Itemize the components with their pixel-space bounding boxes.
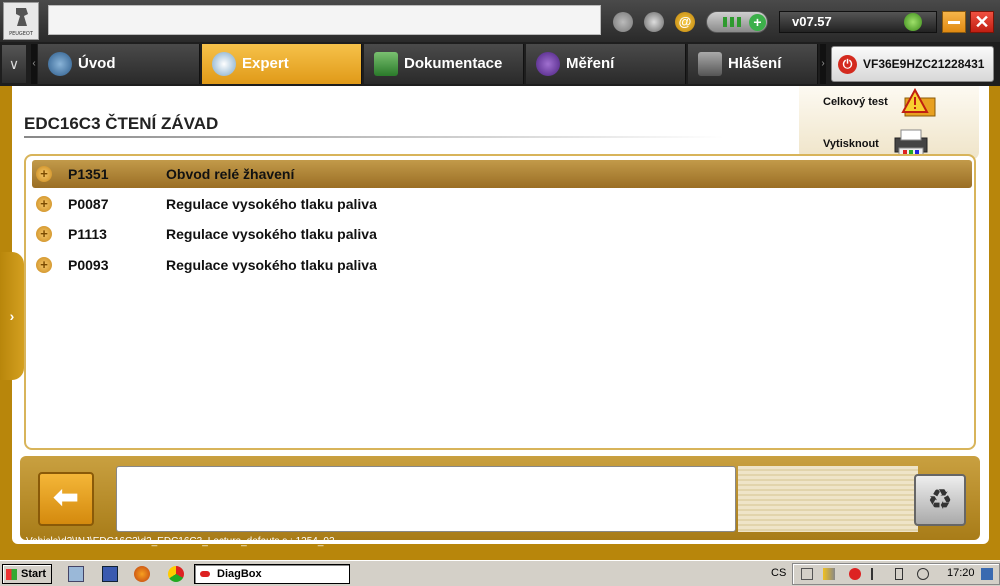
document-icon[interactable] [68, 566, 84, 582]
recycle-bin-icon[interactable]: ♻ [914, 474, 966, 526]
minimize-button[interactable] [942, 11, 966, 33]
expand-icon[interactable]: + [36, 196, 52, 212]
tab-label: Dokumentace [404, 55, 503, 72]
expand-icon[interactable]: + [36, 166, 52, 182]
title-underline [24, 136, 724, 138]
taskbar-item-diagbox[interactable]: DiagBox [194, 564, 350, 584]
top-bar: PEUGEOT @ + v07.57 ✕ [0, 0, 1000, 42]
fault-row[interactable]: + P0087 Regulace vysokého tlaku paliva [32, 190, 972, 218]
book-icon [374, 52, 398, 76]
fault-description: Regulace vysokého tlaku paliva [166, 257, 377, 273]
chevron-down-icon[interactable]: ∨ [2, 45, 26, 83]
fault-description: Regulace vysokého tlaku paliva [166, 226, 377, 242]
actions-panel: Celkový test Vytisknout [799, 86, 979, 160]
fault-row[interactable]: + P0093 Regulace vysokého tlaku paliva [32, 251, 972, 279]
system-tray: 17:20 [792, 563, 1000, 585]
tab-mereni[interactable]: Měření [526, 44, 686, 84]
waveform-icon [536, 52, 560, 76]
firefox-icon[interactable] [134, 566, 150, 582]
vehicle-vin-button[interactable]: ⏻ VF36E9HZC21228431 [831, 46, 994, 82]
logo-text: PEUGEOT [9, 31, 33, 37]
tab-dokumentace[interactable]: Dokumentace [364, 44, 524, 84]
tab-scroll-left[interactable]: ‹ [31, 44, 37, 84]
face-icon[interactable] [644, 12, 664, 32]
clock[interactable]: 17:20 [947, 567, 975, 579]
fault-code: P0087 [68, 196, 109, 212]
tab-label: Hlášení [728, 55, 782, 72]
script-path: Vehicle\d2\INJ\EDC16C3\d2_EDC16C3_Lectur… [26, 536, 335, 547]
save-icon[interactable] [102, 566, 118, 582]
volume-icon[interactable] [917, 568, 929, 580]
tab-expert[interactable]: Expert [202, 44, 362, 84]
tab-label: Měření [566, 55, 615, 72]
peugeot-logo: PEUGEOT [3, 2, 39, 40]
notepad-icon [698, 52, 722, 76]
print-button[interactable]: Vytisknout [823, 138, 879, 150]
taskbar: Start DiagBox CS 17:20 [0, 560, 1000, 586]
vin-text: VF36E9HZC21228431 [863, 57, 985, 71]
tab-bar: ∨ ‹ Úvod Expert Dokumentace Měření Hláše… [0, 42, 1000, 86]
tab-scroll-right[interactable]: › [820, 44, 826, 84]
fault-code: P0093 [68, 257, 109, 273]
start-button[interactable]: Start [2, 564, 52, 584]
close-button[interactable]: ✕ [970, 11, 994, 33]
main-panel: EDC16C3 ČTENÍ ZÁVAD Celkový test Vytiskn… [0, 86, 1000, 560]
expand-icon[interactable]: + [36, 226, 52, 242]
stripe-decoration [738, 466, 918, 532]
at-icon[interactable]: @ [675, 12, 695, 32]
battery-icon[interactable]: + [706, 11, 768, 33]
fault-code: P1351 [68, 166, 109, 182]
fault-code: P1113 [68, 226, 107, 242]
tab-hlaseni[interactable]: Hlášení [688, 44, 818, 84]
tab-uvod[interactable]: Úvod [38, 44, 200, 84]
home-icon [48, 52, 72, 76]
fault-row[interactable]: + P1351 Obvod relé žhavení [32, 160, 972, 188]
fault-list: + P1351 Obvod relé žhavení + P0087 Regul… [24, 154, 976, 450]
fault-description: Regulace vysokého tlaku paliva [166, 196, 377, 212]
battery-bar [730, 17, 734, 27]
side-panel-toggle[interactable]: › [0, 252, 24, 380]
magnifier-icon [212, 52, 236, 76]
battery-tray-icon[interactable] [895, 568, 903, 580]
battery-bar [737, 17, 741, 27]
network-disconnected-icon[interactable] [801, 568, 813, 580]
expand-icon[interactable]: + [36, 257, 52, 273]
power-icon: ⏻ [838, 55, 857, 74]
anchor-icon[interactable] [613, 12, 633, 32]
battery-bar [723, 17, 727, 27]
tab-label: Úvod [78, 55, 116, 72]
version-label: v07.57 [779, 11, 937, 33]
version-text: v07.57 [792, 14, 832, 29]
desktop-icon[interactable] [981, 568, 993, 580]
chrome-icon[interactable] [168, 566, 184, 582]
lion-icon [16, 8, 28, 26]
signal-icon[interactable] [823, 568, 835, 580]
global-test-button[interactable]: Celkový test [823, 96, 888, 108]
stop-icon[interactable] [849, 568, 861, 580]
fault-description: Obvod relé žhavení [166, 166, 295, 182]
message-box [116, 466, 736, 532]
tab-label: Expert [242, 55, 289, 72]
warning-folder-icon[interactable] [901, 88, 937, 118]
back-button[interactable]: ⬅ [38, 472, 94, 526]
flag-icon[interactable] [871, 568, 883, 580]
leaf-icon [904, 13, 922, 31]
diagbox-window: PEUGEOT @ + v07.57 ✕ ∨ ‹ Úvod Expert Dok… [0, 0, 1000, 560]
plus-icon: + [749, 14, 766, 31]
bottom-panel: ⬅ ♻ [20, 456, 980, 540]
fault-row[interactable]: + P1113 Regulace vysokého tlaku paliva [32, 220, 972, 248]
address-field[interactable] [48, 5, 601, 35]
language-indicator[interactable]: CS [771, 567, 786, 579]
page-title: EDC16C3 ČTENÍ ZÁVAD [24, 114, 219, 133]
